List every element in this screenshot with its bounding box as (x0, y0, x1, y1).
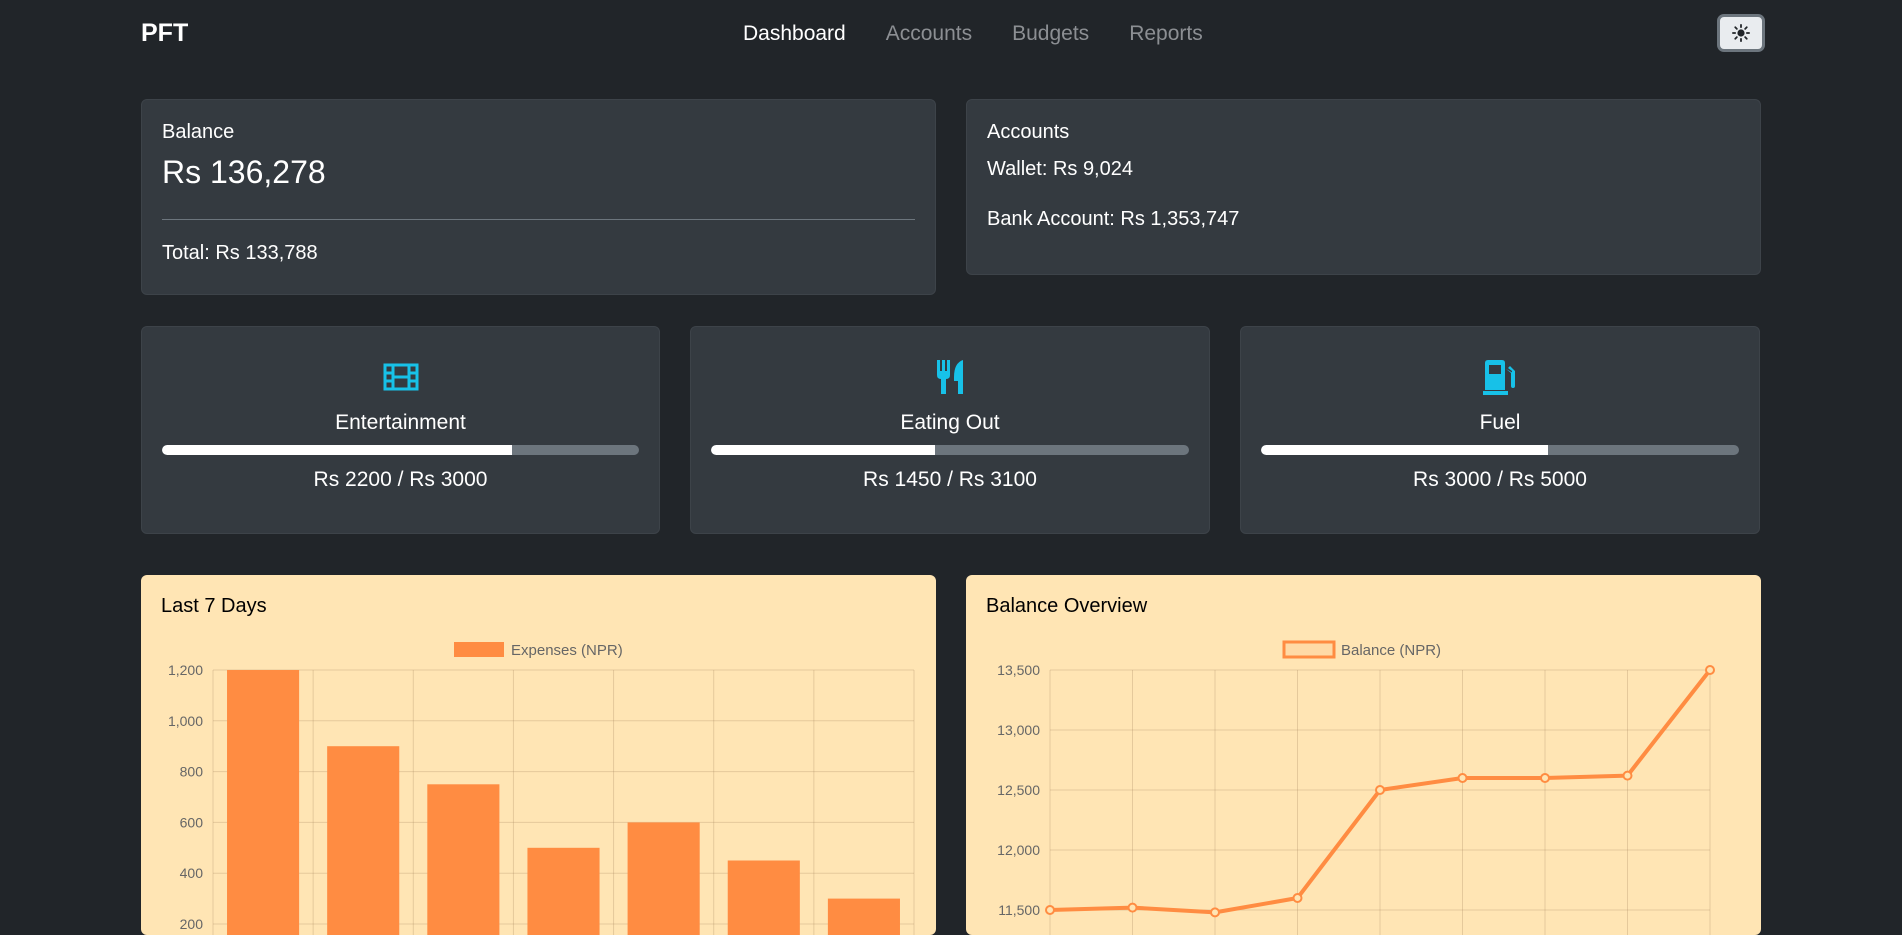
balance-card: Balance Rs 136,278 Total: Rs 133,788 (141, 99, 936, 295)
data-point (1459, 774, 1467, 782)
y-tick-label: 800 (180, 764, 204, 780)
budget-name: Eating Out (691, 411, 1209, 435)
expenses-bar-chart: Expenses (NPR) 1,200 1,000 800 600 400 200 (141, 575, 936, 935)
data-point (1211, 908, 1219, 916)
account-bank[interactable]: Bank Account: Rs 1,353,747 (987, 208, 1239, 231)
budget-progress-bar (162, 445, 639, 455)
film-icon (381, 357, 421, 397)
balance-chart-card: Balance Overview Balance (NPR)13,50013,0… (966, 575, 1761, 935)
nav-link-accounts[interactable]: Accounts (886, 22, 972, 46)
accounts-card: Accounts Wallet: Rs 9,024 Bank Account: … (966, 99, 1761, 275)
legend-label: Balance (NPR) (1341, 642, 1441, 659)
sun-icon (1732, 24, 1750, 42)
balance-amount: Rs 136,278 (162, 154, 326, 191)
bar (628, 822, 700, 935)
data-point (1706, 666, 1714, 674)
utensils-icon (930, 357, 970, 397)
budget-amount: Rs 3000 / Rs 5000 (1241, 468, 1759, 492)
nav-link-budgets[interactable]: Budgets (1012, 22, 1089, 46)
data-point (1294, 894, 1302, 902)
bar (327, 746, 399, 935)
balance-line-chart: Balance (NPR) 13,500 13,000 12,500 12,000 11,… (966, 575, 1761, 935)
nav-link-reports[interactable]: Reports (1129, 22, 1203, 46)
budget-name: Fuel (1241, 411, 1759, 435)
nav-link-dashboard[interactable]: Dashboard (743, 22, 846, 46)
budget-progress-fill (162, 445, 512, 455)
gas-pump-icon (1480, 357, 1520, 397)
budget-amount: Rs 1450 / Rs 3100 (691, 468, 1209, 492)
budget-name: Entertainment (142, 411, 659, 435)
navbar: PFT Dashboard Accounts Budgets Reports (0, 0, 1902, 68)
legend-swatch (454, 642, 504, 657)
y-tick-label: 1,000 (168, 713, 203, 729)
budget-card-fuel[interactable]: Fuel Rs 3000 / Rs 5000 (1240, 326, 1760, 534)
budget-amount: Rs 2200 / Rs 3000 (142, 468, 659, 492)
data-point (1541, 774, 1549, 782)
accounts-title: Accounts (987, 121, 1069, 144)
bar (527, 848, 599, 935)
bar (427, 784, 499, 935)
brand-logo[interactable]: PFT (141, 19, 188, 48)
y-tick-label: 600 (180, 814, 204, 830)
data-point (1376, 786, 1384, 794)
data-point (1624, 772, 1632, 780)
y-tick-label: 400 (180, 865, 204, 881)
expenses-chart-card: Last 7 Days Expenses (NPR)1,2001,0008006… (141, 575, 936, 935)
account-wallet[interactable]: Wallet: Rs 9,024 (987, 158, 1133, 181)
y-tick-label: 13,500 (997, 662, 1040, 678)
budget-progress-fill (1261, 445, 1548, 455)
budget-card-eating-out[interactable]: Eating Out Rs 1450 / Rs 3100 (690, 326, 1210, 534)
bar (227, 670, 299, 935)
data-point (1046, 906, 1054, 914)
divider (162, 219, 915, 220)
legend-swatch (1284, 642, 1334, 657)
data-point (1129, 904, 1137, 912)
budget-progress-fill (711, 445, 935, 455)
total-amount: Total: Rs 133,788 (162, 242, 318, 265)
y-tick-label: 12,500 (997, 782, 1040, 798)
y-tick-label: 200 (180, 916, 204, 932)
y-tick-label: 12,000 (997, 842, 1040, 858)
theme-toggle-button[interactable] (1717, 14, 1765, 52)
y-tick-label: 11,500 (998, 902, 1040, 918)
budget-card-entertainment[interactable]: Entertainment Rs 2200 / Rs 3000 (141, 326, 660, 534)
balance-title: Balance (162, 121, 234, 144)
budget-progress-bar (1261, 445, 1739, 455)
nav-links: Dashboard Accounts Budgets Reports (743, 22, 1243, 46)
bar (828, 899, 900, 935)
y-tick-label: 13,000 (997, 722, 1040, 738)
budget-progress-bar (711, 445, 1189, 455)
legend-label: Expenses (NPR) (511, 642, 623, 659)
y-tick-label: 1,200 (168, 662, 203, 678)
bar (728, 861, 800, 935)
